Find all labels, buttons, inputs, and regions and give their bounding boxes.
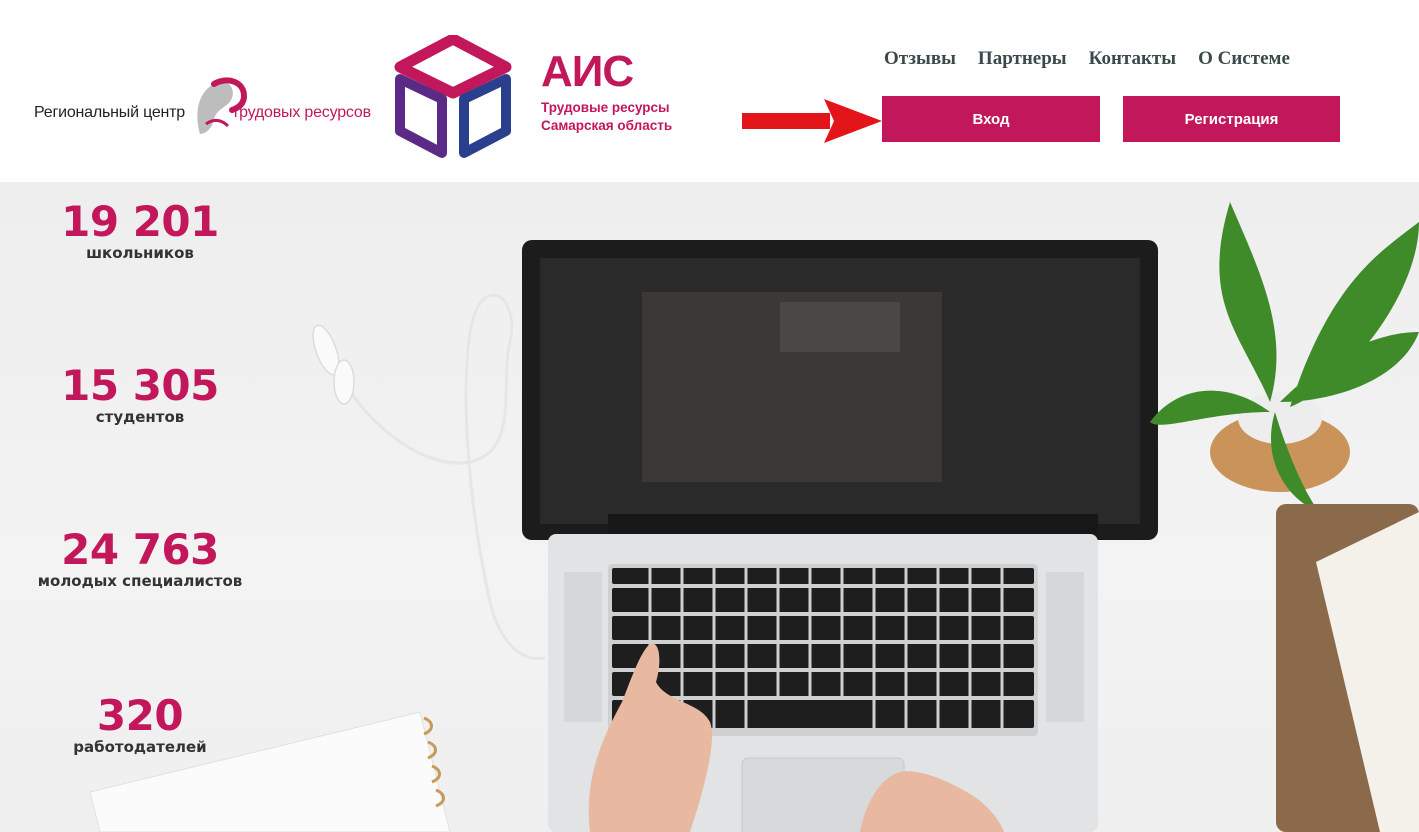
ais-title: АИС: [541, 47, 634, 96]
nav-partners-link[interactable]: Партнеры: [978, 48, 1067, 70]
red-arrow-icon: [742, 99, 882, 143]
stat-schoolchildren: 19 201 школьников: [60, 197, 220, 263]
regional-center-text-right: трудовых ресурсов: [232, 104, 371, 121]
stat-value: 19 201: [61, 197, 219, 246]
stat-label: студентов: [95, 408, 185, 426]
hero-section: 19 201 школьников 15 305 студентов 24 76…: [0, 182, 1419, 832]
stat-employers: 320 работодателей: [60, 691, 220, 757]
main-nav: Отзывы Партнеры Контакты О Системе: [884, 48, 1290, 70]
stat-label: школьников: [86, 244, 194, 262]
nav-reviews-link[interactable]: Отзывы: [884, 48, 956, 70]
ais-cube-logo-icon: [394, 35, 512, 158]
ais-subtitle-line2: Самарская область: [541, 118, 673, 133]
stat-young-specialists: 24 763 молодых специалистов: [10, 525, 270, 591]
stat-label: молодых специалистов: [37, 572, 243, 590]
site-header: Региональный центр трудовых ресурсов АИС…: [0, 0, 1419, 182]
regional-center-logo[interactable]: Региональный центр трудовых ресурсов: [34, 77, 394, 140]
stat-students: 15 305 студентов: [60, 361, 220, 427]
stat-value: 24 763: [61, 525, 219, 574]
login-button[interactable]: Вход: [882, 96, 1100, 142]
regional-center-text-left: Региональный центр: [34, 104, 186, 121]
ais-subtitle: Трудовые ресурсы Самарская область: [541, 99, 672, 135]
stat-label: работодателей: [73, 738, 207, 756]
ais-subtitle-line1: Трудовые ресурсы: [541, 100, 670, 115]
nav-contacts-link[interactable]: Контакты: [1089, 48, 1176, 70]
stat-value: 15 305: [61, 361, 219, 410]
register-button[interactable]: Регистрация: [1123, 96, 1340, 142]
stat-value: 320: [96, 691, 184, 740]
nav-about-link[interactable]: О Системе: [1198, 48, 1290, 70]
